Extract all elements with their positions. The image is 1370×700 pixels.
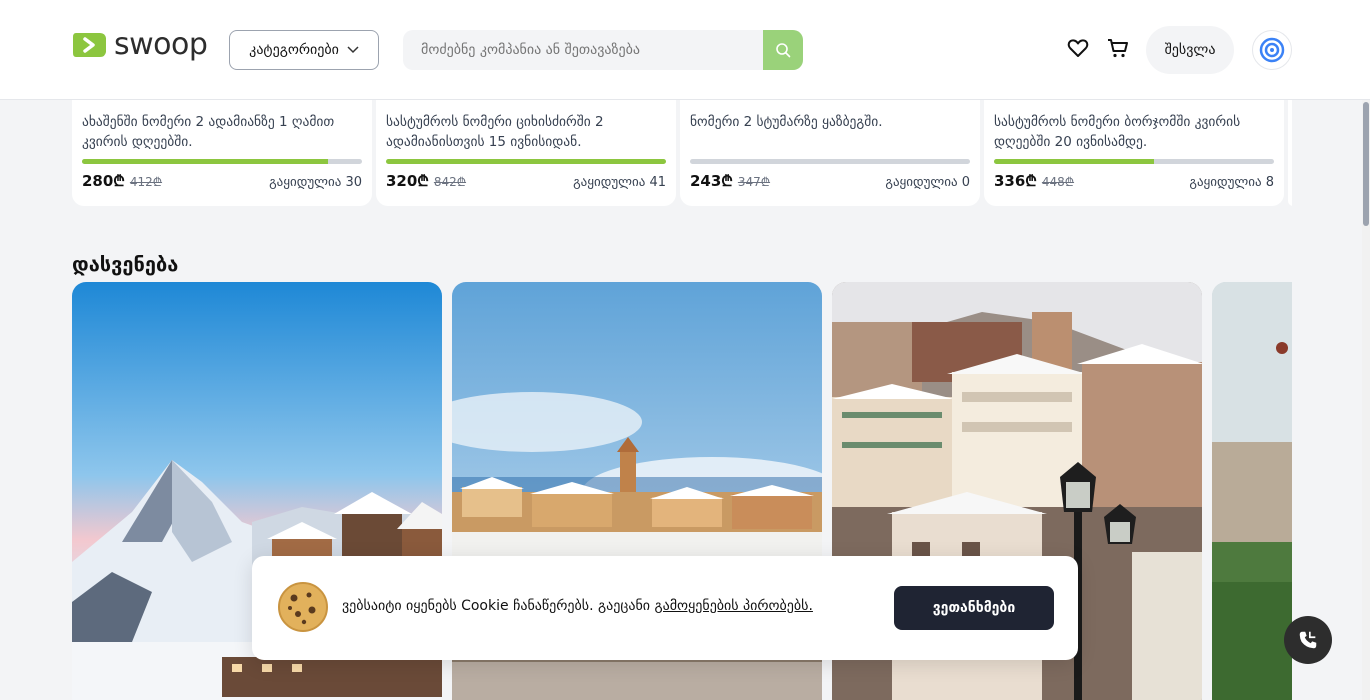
offer-sold-count: გაყიდულია 0 [885,175,970,190]
offer-sold-count: გაყიდულია 41 [573,175,666,190]
offer-sold-count: გაყიდულია 8 [1189,175,1274,190]
offer-sold-count: გაყიდულია 30 [269,175,362,190]
sales-progress-bar [386,159,666,164]
offer-card[interactable]: სასტუმროს ნომერი ბორჯომში კვირის დღეებში… [984,100,1284,206]
category-tile-landscape[interactable] [1212,282,1292,700]
offer-price: 280₾ [82,172,125,190]
offer-price: 243₾ [690,172,733,190]
login-button[interactable]: შესვლა [1146,26,1234,74]
login-label: შესვლა [1164,42,1216,58]
call-button[interactable] [1284,616,1332,664]
section-title: დასვენება [72,252,179,276]
page-scrollbar[interactable] [1362,100,1370,700]
landscape-image [1212,282,1292,700]
sales-progress-bar [690,159,970,164]
sales-progress-fill [994,159,1154,164]
offer-card[interactable]: სასტუმროს ნომერი ციხისძირში 2 ადამიანისთ… [376,100,676,206]
phone-icon [1299,631,1317,649]
categories-label: კატეგორიები [249,42,339,58]
sales-progress-fill [82,159,329,164]
avatar[interactable] [1252,30,1292,70]
offer-title: სასტუმროს ნომერი ბორჯომში კვირის დღეებში… [994,114,1241,150]
search-button[interactable] [763,30,803,70]
swoop-logo[interactable]: swoop [72,27,208,62]
site-header: swoop კატეგორიები შესვლა [0,0,1370,100]
cookie-message: ვებსაიტი იყენებს Cookie ჩანაწერებს. გაეც… [342,598,813,614]
scrollbar-thumb[interactable] [1363,102,1369,226]
offer-price: 320₾ [386,172,429,190]
logo-mark-icon [73,33,106,57]
offer-old-price: 412₾ [129,175,163,189]
offer-old-price: 842₾ [433,175,467,189]
sales-progress-bar [82,159,362,164]
offer-old-price: 448₾ [1041,175,1075,189]
accept-cookies-button[interactable]: ვეთანხმები [894,586,1054,630]
accept-cookies-label: ვეთანხმები [932,600,1016,616]
offer-old-price: 347₾ [737,175,771,189]
offer-card-partial[interactable] [1288,100,1292,206]
offer-price: 336₾ [994,172,1037,190]
cookie-text: ვებსაიტი იყენებს Cookie ჩანაწერებს. გაეც… [342,598,655,614]
sales-progress-fill [386,159,666,164]
offer-title: სასტუმროს ნომერი ციხისძირში 2 ადამიანისთ… [386,114,604,150]
logo-text: swoop [114,27,208,62]
categories-button[interactable]: კატეგორიები [229,30,379,70]
cookie-icon [278,582,328,632]
search-bar [403,30,803,70]
cookie-banner: ვებსაიტი იყენებს Cookie ჩანაწერებს. გაეც… [252,556,1078,660]
offer-title: ნომერი 2 სტუმარზე ყაზბეგში. [690,114,883,130]
offer-card[interactable]: ნომერი 2 სტუმარზე ყაზბეგში. 243₾ 347₾ გა… [680,100,980,206]
search-input[interactable] [403,30,763,70]
terms-link[interactable]: გამოყენების პირობებს. [654,598,812,614]
sales-progress-bar [994,159,1274,164]
cart-icon[interactable] [1106,36,1130,60]
heart-icon[interactable] [1066,36,1090,60]
offer-title: ახაშენში ნომერი 2 ადამიანზე 1 ღამით კვირ… [82,114,335,150]
chevron-down-icon [347,46,359,54]
search-icon [776,43,791,58]
offer-carousel: ახაშენში ნომერი 2 ადამიანზე 1 ღამით კვირ… [72,100,1292,206]
offer-card[interactable]: ახაშენში ნომერი 2 ადამიანზე 1 ღამით კვირ… [72,100,372,206]
profile-icon [1259,37,1285,63]
